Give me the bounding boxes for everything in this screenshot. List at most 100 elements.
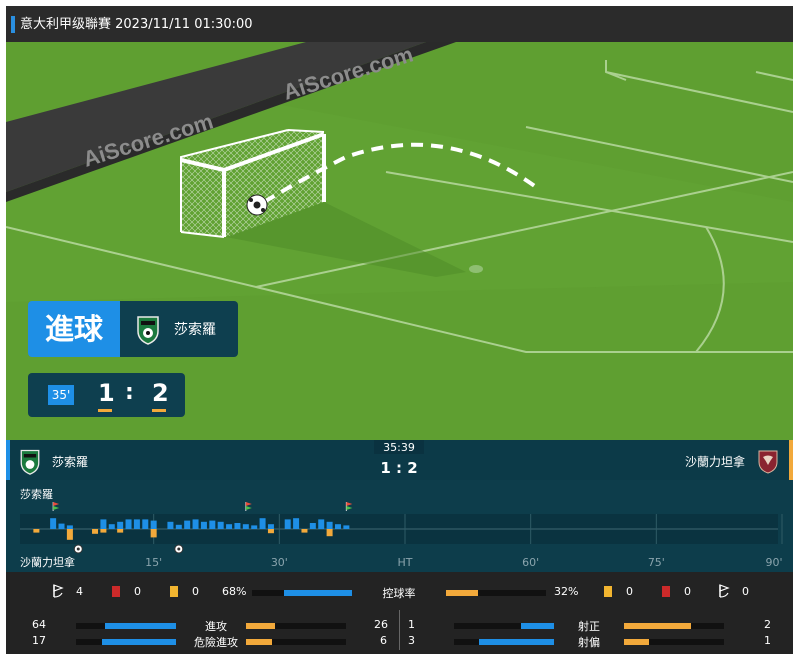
match-clock: 35:39 xyxy=(383,441,415,454)
away-pressure-bar xyxy=(66,529,73,540)
home-pressure-bar xyxy=(226,524,233,529)
corner-flag-icon xyxy=(53,584,64,598)
away-pressure-bar xyxy=(150,529,157,538)
ball-icon-center xyxy=(177,547,181,551)
penalty-spot xyxy=(469,265,483,273)
home-pressure-bar xyxy=(251,525,258,529)
away-score-underline xyxy=(152,409,166,412)
event-minute: 35' xyxy=(48,385,74,405)
away-on-target-fill xyxy=(624,623,691,629)
away-attacks-bar xyxy=(246,623,346,629)
home-on-target-fill xyxy=(521,623,554,629)
home-pressure-bar xyxy=(326,521,333,529)
away-pressure-bar xyxy=(301,529,308,533)
away-on-target-value: 2 xyxy=(764,618,771,631)
goal-team-name: 莎索羅 xyxy=(174,322,216,338)
home-pressure-bar xyxy=(50,518,57,529)
home-team-name: 莎索羅 xyxy=(52,455,89,469)
ball-icon-center xyxy=(76,547,80,551)
home-pressure-bar xyxy=(192,519,199,529)
home-pressure-bar xyxy=(334,524,341,529)
away-pressure-bar xyxy=(100,529,107,533)
away-color-stripe xyxy=(789,440,793,480)
match-score: 1 : 2 xyxy=(380,459,418,477)
home-pressure-bar xyxy=(184,520,191,529)
home-attacks-value: 64 xyxy=(32,618,46,631)
home-pressure-bar xyxy=(293,518,300,529)
pitch-animation: AiScore.com AiScore.com 進球 莎索羅 35' 1: 2 xyxy=(6,42,793,440)
red-card-icon xyxy=(662,586,670,597)
home-possession-value: 68% xyxy=(222,585,247,598)
home-dangerous-value: 17 xyxy=(32,634,46,647)
away-pressure-bar xyxy=(33,529,40,533)
home-pressure-bar xyxy=(175,524,182,529)
home-pressure-bar xyxy=(259,518,266,529)
home-pressure-bar xyxy=(234,523,241,529)
match-timeline: 莎索羅 沙蘭力坦拿 15' 30' HT 60' 75' 90' xyxy=(6,480,793,572)
home-corners-count: 4 xyxy=(76,585,83,598)
away-pressure-bar xyxy=(117,529,124,533)
home-pressure-bar xyxy=(318,519,325,529)
away-off-target-value: 1 xyxy=(764,634,771,647)
home-yellow-count: 0 xyxy=(192,585,199,598)
away-off-target-bar xyxy=(624,639,724,645)
home-color-stripe xyxy=(6,440,10,480)
home-pressure-bar xyxy=(200,521,207,529)
home-pressure-bar xyxy=(150,520,157,529)
goal-team: 莎索羅 xyxy=(120,301,238,357)
home-score-underline xyxy=(98,409,112,412)
home-on-target-value: 1 xyxy=(408,618,415,631)
home-team-logo-icon xyxy=(20,449,40,475)
timeline-tick-label: 90' xyxy=(765,556,783,569)
away-team-name: 沙蘭力坦拿 xyxy=(684,455,745,469)
yellow-card-icon xyxy=(170,586,178,597)
timeline-tick-label: 30' xyxy=(270,556,288,569)
home-possession-bar xyxy=(252,590,352,596)
home-pressure-bar xyxy=(108,524,115,529)
home-pressure-bar xyxy=(133,519,140,529)
match-title: 意大利甲级聯賽 2023/11/11 01:30:00 xyxy=(20,17,253,32)
away-attacks-fill xyxy=(246,623,275,629)
score-separator: : xyxy=(125,380,134,405)
away-pressure-bar xyxy=(92,529,99,534)
timeline-tick-label: HT xyxy=(397,556,413,569)
sassuolo-logo-icon xyxy=(137,316,159,345)
salernitana-logo-icon xyxy=(758,450,778,474)
possession-label: 控球率 xyxy=(382,587,416,600)
home-possession-fill xyxy=(284,590,352,596)
away-attacks-value: 26 xyxy=(374,618,388,631)
timeline-tick-label: 15' xyxy=(145,556,163,569)
home-off-target-bar xyxy=(454,639,554,645)
home-pressure-bar xyxy=(125,519,132,529)
home-off-target-value: 3 xyxy=(408,634,415,647)
away-on-target-bar xyxy=(624,623,724,629)
home-pressure-bar xyxy=(343,525,350,529)
dangerous-label: 危險進攻 xyxy=(194,636,238,649)
home-on-target-bar xyxy=(454,623,554,629)
home-pressure-bar xyxy=(242,524,249,529)
home-pressure-bar xyxy=(167,521,174,529)
timeline-away-label: 沙蘭力坦拿 xyxy=(20,556,75,569)
home-pressure-bar xyxy=(267,524,274,529)
home-pressure-bar xyxy=(66,525,73,529)
away-possession-fill xyxy=(446,590,478,596)
corner-flag-icon xyxy=(719,584,730,598)
home-attacks-fill xyxy=(105,623,176,629)
home-dangerous-bar xyxy=(76,639,176,645)
timeline-tick-label: 60' xyxy=(522,556,540,569)
away-corners-count: 0 xyxy=(742,585,749,598)
away-pressure-bar xyxy=(326,529,333,537)
away-yellow-count: 0 xyxy=(626,585,633,598)
away-dangerous-value: 6 xyxy=(380,634,387,647)
home-pressure-bar xyxy=(309,523,316,529)
away-dangerous-fill xyxy=(246,639,272,645)
away-pressure-bar xyxy=(267,529,274,534)
corner-flag-icon xyxy=(52,502,60,511)
header-accent xyxy=(11,16,15,33)
home-pressure-bar xyxy=(284,519,291,529)
away-possession-value: 32% xyxy=(554,585,579,598)
away-score: 2 xyxy=(152,379,169,407)
home-pressure-bar xyxy=(217,521,224,529)
away-dangerous-bar xyxy=(246,639,346,645)
red-card-icon xyxy=(112,586,120,597)
